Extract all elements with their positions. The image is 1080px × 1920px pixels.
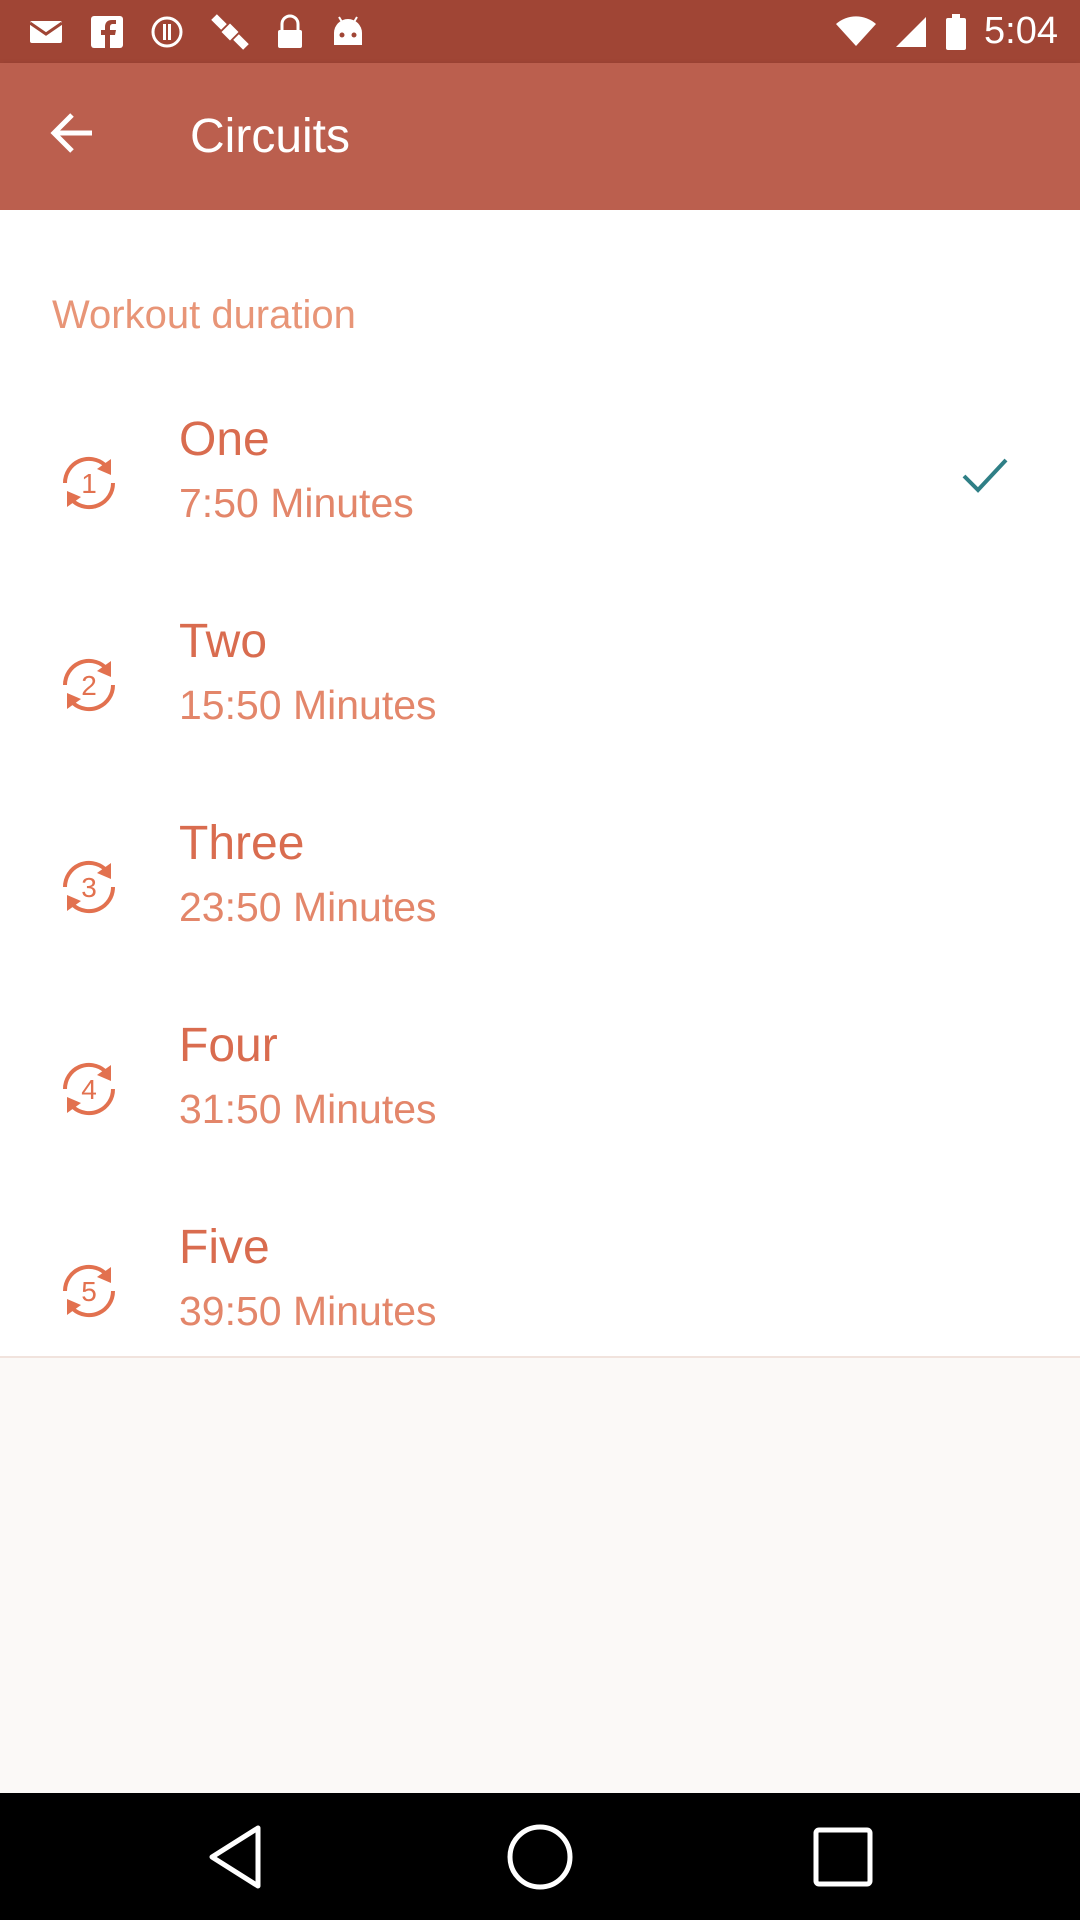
recents-square-icon[interactable]: [806, 1820, 880, 1894]
check-icon: [962, 458, 1008, 493]
status-notifications: [28, 12, 366, 52]
arrow-back-icon[interactable]: [44, 103, 104, 163]
list-item-subtitle: 7:50 Minutes: [179, 480, 414, 526]
page-title: Circuits: [190, 110, 351, 163]
svg-text:3: 3: [81, 872, 97, 903]
svg-text:2: 2: [81, 670, 97, 701]
list-item-four[interactable]: 4 Four 31:50 Minutes: [0, 999, 1080, 1201]
list-item-title: Three: [179, 817, 305, 870]
list-item-subtitle: 39:50 Minutes: [179, 1288, 437, 1334]
circuit-5-icon: 5: [62, 1264, 116, 1318]
settings-list: Workout duration 1 One 7:50 Minutes 2 Tw…: [0, 210, 1080, 1358]
list-item-title: Five: [179, 1221, 270, 1274]
facebook-icon: [91, 16, 123, 48]
home-circle-icon[interactable]: [503, 1820, 577, 1894]
svg-text:1: 1: [81, 468, 97, 499]
list-item-subtitle: 15:50 Minutes: [179, 682, 437, 728]
status-system: 5:04: [836, 0, 1058, 63]
list-item-title: Two: [179, 615, 268, 668]
circuit-3-icon: 3: [62, 860, 116, 914]
list-item-one[interactable]: 1 One 7:50 Minutes: [0, 393, 1080, 595]
navigation-bar: [0, 1793, 1080, 1920]
status-bar: 5:04: [0, 0, 1080, 63]
svg-text:4: 4: [81, 1074, 97, 1105]
circuit-1-icon: 1: [62, 456, 116, 510]
list-item-title: Four: [179, 1019, 278, 1072]
list-item-subtitle: 23:50 Minutes: [179, 884, 437, 930]
list-item-two[interactable]: 2 Two 15:50 Minutes: [0, 595, 1080, 797]
section-header: Workout duration: [52, 293, 356, 337]
mail-icon: [29, 21, 63, 43]
android-icon: [334, 16, 362, 45]
alert-icon: [151, 16, 183, 48]
lock-icon: [278, 14, 302, 48]
signal-icon: [896, 16, 927, 47]
list-item-subtitle: 31:50 Minutes: [179, 1086, 437, 1132]
list-item-three[interactable]: 3 Three 23:50 Minutes: [0, 797, 1080, 999]
back-triangle-icon[interactable]: [200, 1820, 274, 1894]
list-item-title: One: [179, 413, 270, 466]
circuit-4-icon: 4: [62, 1062, 116, 1116]
circuit-2-icon: 2: [62, 658, 116, 712]
app-bar: Circuits: [0, 63, 1080, 210]
wifi-icon: [836, 15, 877, 46]
battery-icon: [946, 13, 967, 50]
status-time: 5:04: [984, 10, 1058, 52]
satellite-icon: [211, 14, 249, 50]
svg-text:5: 5: [81, 1276, 97, 1307]
empty-area: [0, 1358, 1080, 1793]
